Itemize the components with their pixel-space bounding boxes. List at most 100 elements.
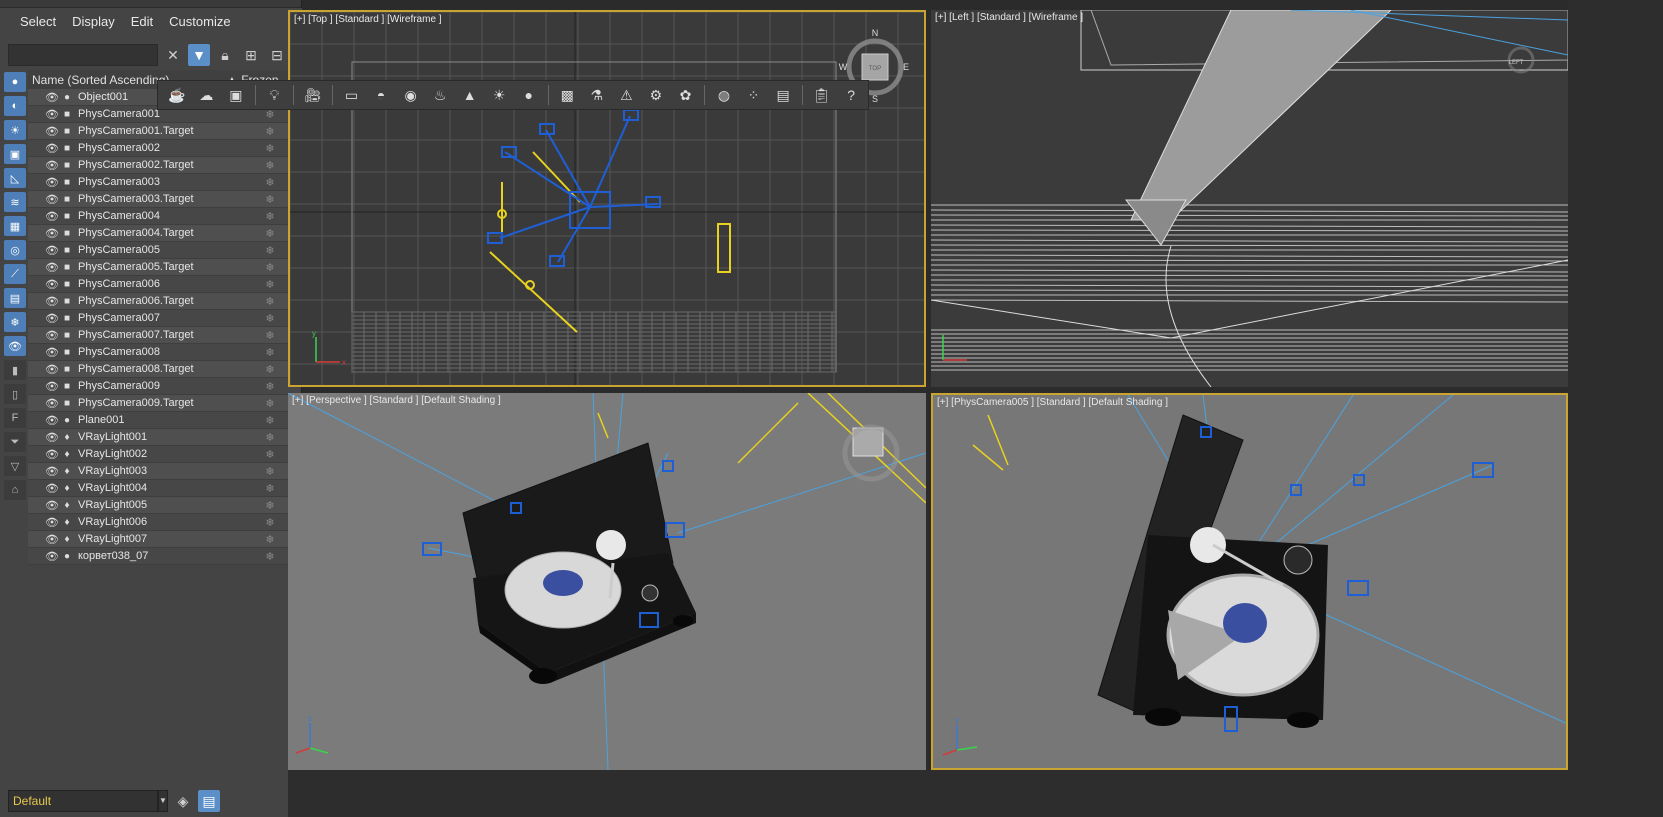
object-name[interactable]: VRayLight005 [74, 499, 240, 511]
object-name[interactable]: PhysCamera005 [74, 244, 240, 256]
object-name[interactable]: PhysCamera004 [74, 210, 240, 222]
viewport-left[interactable]: LEFT [+] [Left ] [Standard ] [Wireframe … [931, 10, 1568, 387]
visibility-eye-icon[interactable]: 👁︎ [44, 465, 60, 478]
filter-toggle-icon[interactable]: ▽ [4, 456, 26, 476]
object-name[interactable]: PhysCamera003.Target [74, 193, 240, 205]
visibility-eye-icon[interactable]: 👁︎ [44, 159, 60, 172]
spacewarps-filter-icon[interactable]: ≋ [4, 192, 26, 212]
menu-select[interactable]: Select [20, 14, 56, 29]
list-item[interactable]: 👁︎ ■ PhysCamera007.Target ❄ [28, 327, 300, 344]
cameras-filter-icon[interactable]: ▣ [4, 144, 26, 164]
cone-icon[interactable]: ▲ [457, 84, 483, 106]
viewport-camera-label[interactable]: [+] [PhysCamera005 ] [Standard ] [Defaul… [937, 397, 1168, 408]
visibility-eye-icon[interactable]: 👁︎ [44, 193, 60, 206]
frozen-filter-icon[interactable]: ❄ [4, 312, 26, 332]
visibility-eye-icon[interactable]: 👁︎ [44, 380, 60, 393]
object-name[interactable]: VRayLight004 [74, 482, 240, 494]
search-input[interactable] [8, 44, 158, 66]
visibility-eye-icon[interactable]: 👁︎ [44, 125, 60, 138]
visibility-eye-icon[interactable]: 👁︎ [44, 142, 60, 155]
hidden-filter-icon[interactable]: 👁︎ [4, 336, 26, 356]
fur-icon[interactable]: ⚗ [584, 84, 610, 106]
bones-filter-icon[interactable]: ⟋ [4, 264, 26, 284]
list-item[interactable]: 👁︎ ■ PhysCamera008 ❄ [28, 344, 300, 361]
object-name[interactable]: VRayLight003 [74, 465, 240, 477]
object-name[interactable]: PhysCamera002 [74, 142, 240, 154]
help-icon[interactable]: ? [838, 84, 864, 106]
visibility-eye-icon[interactable]: 👁︎ [44, 550, 60, 563]
visibility-eye-icon[interactable]: 👁︎ [44, 414, 60, 427]
object-name[interactable]: VRayLight001 [74, 431, 240, 443]
visibility-eye-icon[interactable]: 👁︎ [44, 108, 60, 121]
list-item[interactable]: 👁︎ ♦ VRayLight004 ❄ [28, 480, 300, 497]
visibility-eye-icon[interactable]: 👁︎ [44, 244, 60, 257]
list-item[interactable]: 👁︎ ■ PhysCamera006 ❄ [28, 276, 300, 293]
visibility-eye-icon[interactable]: 👁︎ [44, 533, 60, 546]
list-item[interactable]: 👁︎ ■ PhysCamera005.Target ❄ [28, 259, 300, 276]
visibility-eye-icon[interactable]: 👁︎ [44, 210, 60, 223]
list-item[interactable]: 👁︎ ■ PhysCamera007 ❄ [28, 310, 300, 327]
lights-filter-icon[interactable]: ☀ [4, 120, 26, 140]
filter-icon[interactable]: ▼ [188, 44, 210, 66]
list-item[interactable]: 👁︎ ♦ VRayLight007 ❄ [28, 531, 300, 548]
object-name[interactable]: PhysCamera005.Target [74, 261, 240, 273]
camera-icon[interactable]: 🎥︎ [300, 84, 326, 106]
object-name[interactable]: PhysCamera009.Target [74, 397, 240, 409]
sun-icon[interactable]: ☀ [486, 84, 512, 106]
light-lister-icon[interactable]: 💡︎ [262, 84, 288, 106]
layers-icon[interactable]: ◈ [172, 790, 194, 812]
visibility-eye-icon[interactable]: 👁︎ [44, 499, 60, 512]
plane-light-icon[interactable]: ▭ [339, 84, 365, 106]
frame-buffer-icon[interactable]: ▤ [770, 84, 796, 106]
list-item[interactable]: 👁︎ ■ PhysCamera002 ❄ [28, 140, 300, 157]
find-icon[interactable]: ⌂ [4, 480, 26, 500]
sphere-light-icon[interactable]: ◉ [398, 84, 424, 106]
object-name[interactable]: PhysCamera002.Target [74, 159, 240, 171]
clear-search-icon[interactable]: ✕ [162, 44, 184, 66]
groups-filter-icon[interactable]: ▦ [4, 216, 26, 236]
object-name[interactable]: PhysCamera007.Target [74, 329, 240, 341]
object-name[interactable]: PhysCamera006 [74, 278, 240, 290]
visibility-eye-icon[interactable]: 👁︎ [44, 397, 60, 410]
visibility-eye-icon[interactable]: 👁︎ [44, 329, 60, 342]
object-name[interactable]: PhysCamera007 [74, 312, 240, 324]
viewport-perspective[interactable]: z [+] [Perspective ] [Standard ] [Defaul… [288, 393, 926, 770]
visibility-eye-icon[interactable]: 👁︎ [44, 227, 60, 240]
list-item[interactable]: 👁︎ ■ PhysCamera009 ❄ [28, 378, 300, 395]
object-name[interactable]: PhysCamera009 [74, 380, 240, 392]
hierarchy-icon[interactable]: ⊞ [240, 44, 262, 66]
list-item[interactable]: 👁︎ ■ PhysCamera003.Target ❄ [28, 191, 300, 208]
list-item[interactable]: 👁︎ ♦ VRayLight006 ❄ [28, 514, 300, 531]
object-name[interactable]: PhysCamera006.Target [74, 295, 240, 307]
visibility-eye-icon[interactable]: 👁︎ [44, 278, 60, 291]
visibility-eye-icon[interactable]: 👁︎ [44, 261, 60, 274]
list-item[interactable]: 👁︎ ♦ VRayLight005 ❄ [28, 497, 300, 514]
containers-filter-icon[interactable]: ▤ [4, 288, 26, 308]
mesh-icon[interactable]: ⚠ [614, 84, 640, 106]
clipboard-icon[interactable]: 📋︎ [809, 84, 835, 106]
object-name[interactable]: VRayLight002 [74, 448, 240, 460]
xrefs-filter-icon[interactable]: ◎ [4, 240, 26, 260]
object-name[interactable]: Plane001 [74, 414, 240, 426]
invert-display-icon[interactable]: F [4, 408, 26, 428]
menu-display[interactable]: Display [72, 14, 115, 29]
object-name[interactable]: PhysCamera003 [74, 176, 240, 188]
multi-material-icon[interactable]: ⁘ [741, 84, 767, 106]
list-item[interactable]: 👁︎ ■ PhysCamera004 ❄ [28, 208, 300, 225]
dome-light-icon[interactable]: ◓ [368, 84, 394, 106]
render-frame-icon[interactable]: ▣ [223, 84, 249, 106]
funnel-filter-icon[interactable]: ⏷ [4, 432, 26, 452]
list-item[interactable]: 👁︎ ■ PhysCamera001.Target ❄ [28, 123, 300, 140]
list-item[interactable]: 👁︎ ♦ VRayLight002 ❄ [28, 446, 300, 463]
object-name[interactable]: PhysCamera001.Target [74, 125, 240, 137]
chevron-down-icon[interactable]: ▼ [158, 790, 168, 812]
display-all-icon[interactable]: ▮ [4, 360, 26, 380]
visibility-eye-icon[interactable]: 👁︎ [44, 346, 60, 359]
list-item[interactable]: 👁︎ ■ PhysCamera002.Target ❄ [28, 157, 300, 174]
viewcube[interactable]: TOP N W E S y x [290, 12, 926, 387]
gear-icon[interactable]: ⚙ [643, 84, 669, 106]
grass-icon[interactable]: ✿ [673, 84, 699, 106]
sort-layers-icon[interactable]: ▤ [198, 790, 220, 812]
display-none-icon[interactable]: ▯ [4, 384, 26, 404]
layer-hierarchy-icon[interactable]: ⊟ [266, 44, 288, 66]
